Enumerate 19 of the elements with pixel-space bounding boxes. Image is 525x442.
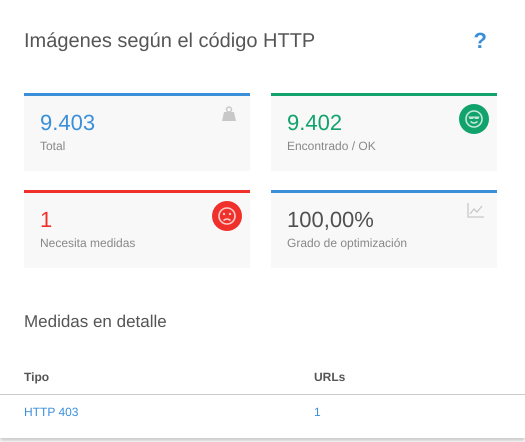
stat-value: 1 <box>40 207 54 233</box>
line-chart-icon <box>467 203 484 218</box>
weight-icon <box>221 106 237 122</box>
stat-value: 100,00% <box>287 207 375 233</box>
stat-value: 9.403 <box>40 110 96 136</box>
stat-label: Total <box>40 139 66 153</box>
stat-label: Encontrado / OK <box>287 139 376 153</box>
stat-label: Grado de optimización <box>287 236 408 250</box>
page-title: Imágenes según el código HTTP <box>24 30 316 52</box>
column-header: URLs <box>314 370 525 394</box>
column-header: Tipo <box>0 370 314 394</box>
stat-label: Necesita medidas <box>40 236 136 250</box>
table-link[interactable]: HTTP 403 <box>24 405 78 419</box>
section-title: Medidas en detalle <box>23 311 168 332</box>
sunglasses-face-icon <box>459 104 489 134</box>
stat-value: 9.402 <box>287 110 344 136</box>
help-link[interactable]: ? <box>474 28 487 54</box>
table-link[interactable]: 1 <box>314 405 321 419</box>
sad-face-icon <box>212 201 242 231</box>
